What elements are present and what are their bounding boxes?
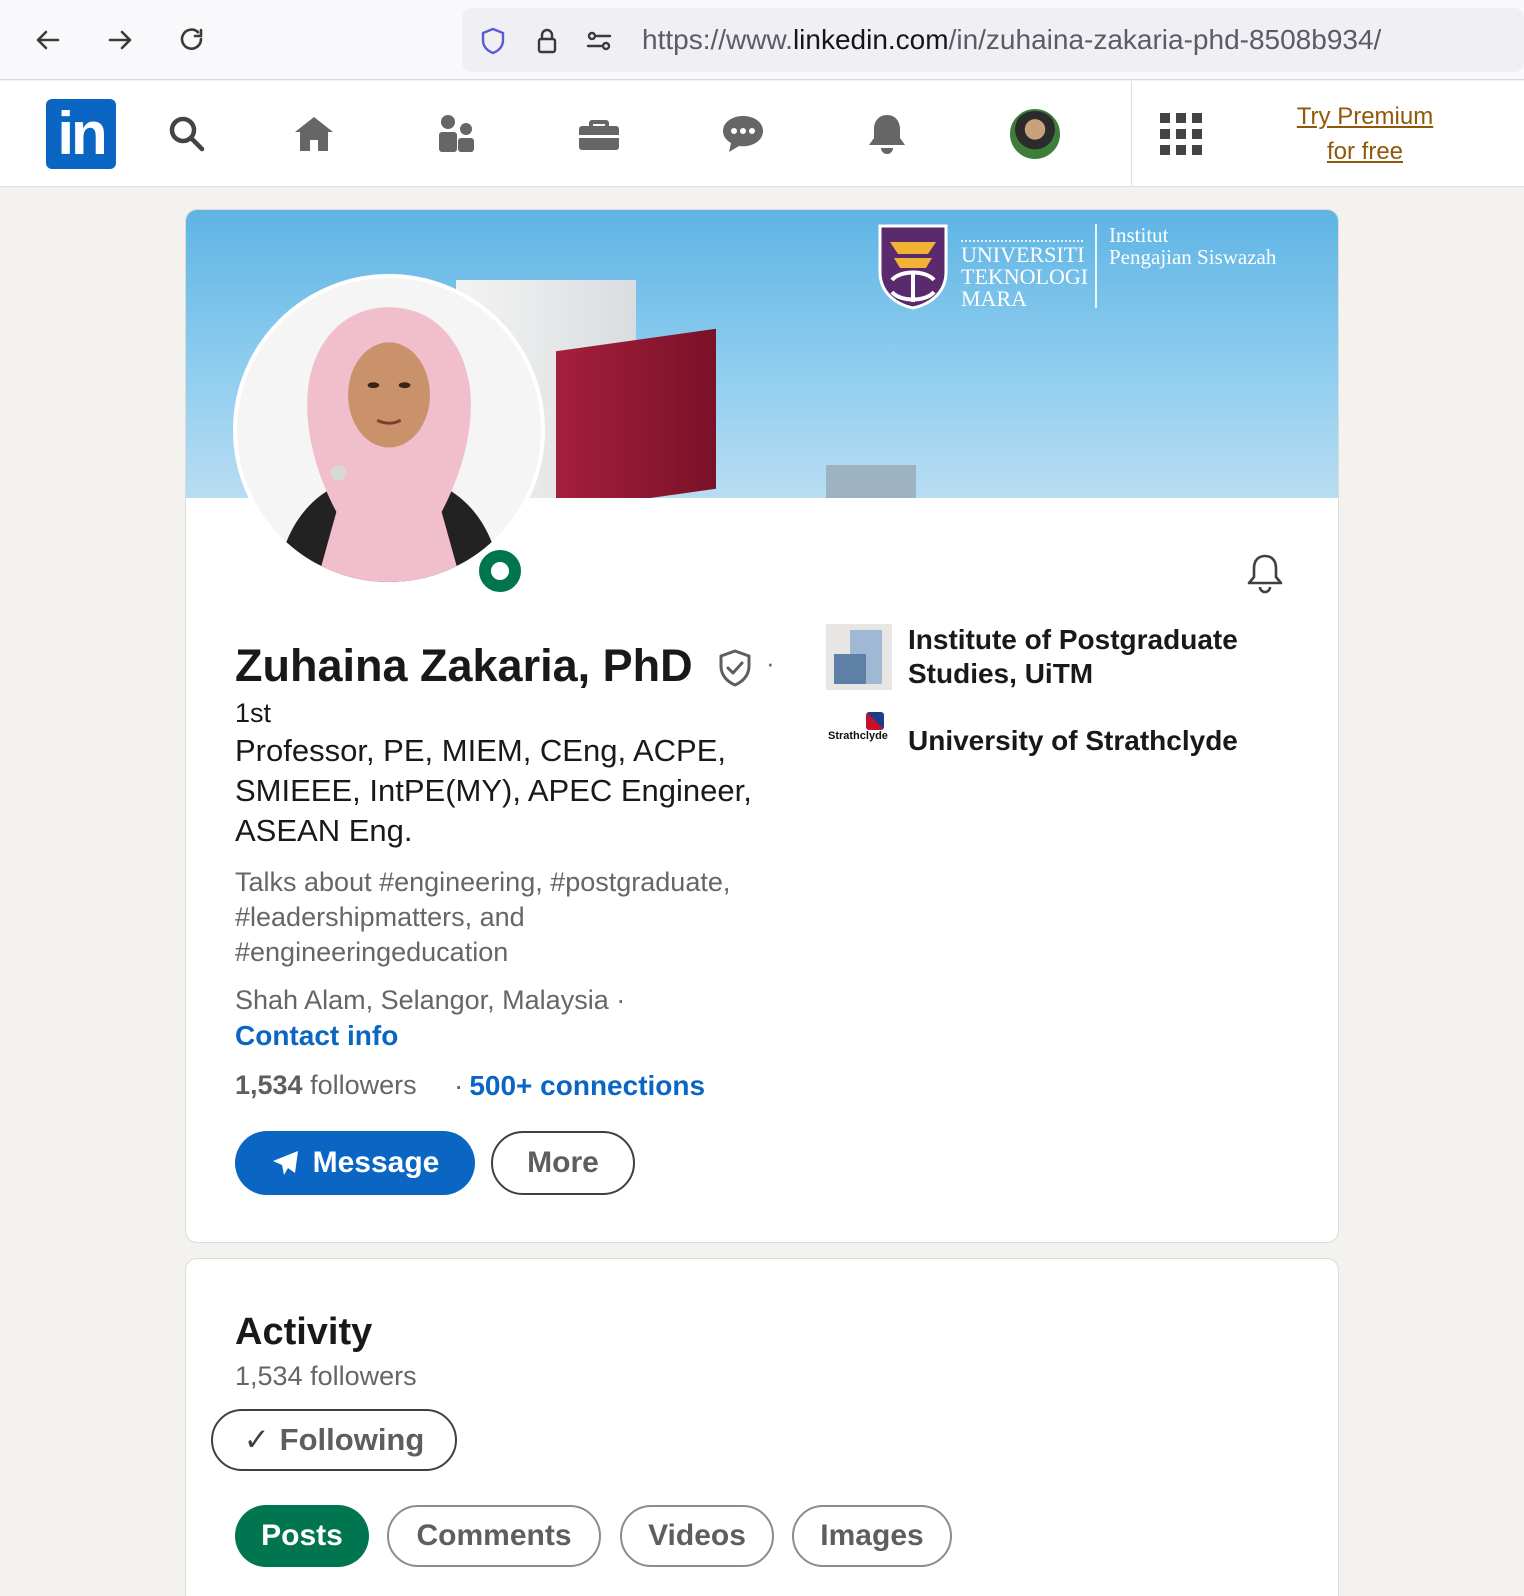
premium-line-2: for free <box>1326 138 1404 165</box>
contact-info-link[interactable]: Contact info <box>235 1020 398 1052</box>
connections-link[interactable]: · 500+ connections <box>454 1070 705 1102</box>
message-button[interactable]: Message <box>235 1131 475 1195</box>
reload-button[interactable] <box>170 18 214 62</box>
profile-top-card: UNIVERSITI TEKNOLOGI MARA Institut Penga… <box>185 209 1339 1243</box>
back-button[interactable] <box>26 18 70 62</box>
verified-shield-icon[interactable] <box>714 647 756 689</box>
linkedin-global-nav: in Try Premium for free <box>0 81 1524 187</box>
current-company-name: Institute of Postgraduate Studies, UiTM <box>908 624 1238 689</box>
activity-section: Activity 1,534 followers ✓ Following Pos… <box>185 1258 1339 1596</box>
reload-icon <box>180 28 203 50</box>
address-bar[interactable]: https://www.linkedin.com/in/zuhaina-zaka… <box>462 8 1524 72</box>
home-icon[interactable] <box>289 109 339 159</box>
my-network-icon[interactable] <box>432 109 482 159</box>
tab-videos[interactable]: Videos <box>620 1505 774 1567</box>
name-degree-separator: · <box>766 648 775 678</box>
nav-divider <box>1131 81 1132 187</box>
talks-about: Talks about #engineering, #postgraduate,… <box>235 867 731 967</box>
connection-degree: 1st <box>235 698 272 728</box>
arrow-left-icon <box>36 30 60 50</box>
ips-uitm-logo <box>826 624 892 690</box>
profile-name: Zuhaina Zakaria, PhD <box>235 640 693 691</box>
uitm-crest-logo <box>876 222 950 310</box>
profile-headline: Professor, PE, MIEM, CEng, ACPE, SMIEEE,… <box>235 733 752 848</box>
browser-toolbar: https://www.linkedin.com/in/zuhaina-zaka… <box>0 0 1524 80</box>
banner-building-far <box>826 465 916 498</box>
apps-grid-icon[interactable] <box>1160 113 1202 155</box>
permissions-icon[interactable] <box>584 26 614 56</box>
banner-building-red <box>556 328 716 498</box>
checkmark-icon: ✓ <box>243 1422 270 1457</box>
education-school[interactable]: Strathclyde University of Strathclyde <box>826 708 1268 774</box>
current-company[interactable]: Institute of Postgraduate Studies, UiTM <box>826 624 1268 690</box>
followers-count: 1,534 followers <box>235 1070 417 1100</box>
premium-line-1: Try Premium <box>1296 103 1434 130</box>
uitm-arabic-script <box>961 224 1083 242</box>
tab-posts[interactable]: Posts <box>235 1505 369 1567</box>
linkedin-logo[interactable]: in <box>46 99 116 169</box>
url-text: https://www.linkedin.com/in/zuhaina-zaka… <box>642 24 1382 55</box>
profile-location: Shah Alam, Selangor, Malaysia · <box>235 985 626 1015</box>
strathclyde-logo: Strathclyde <box>826 708 892 774</box>
forward-button[interactable] <box>98 18 142 62</box>
banner-separator <box>1095 224 1097 308</box>
education-school-name: University of Strathclyde <box>908 725 1238 756</box>
notifications-icon[interactable] <box>862 109 912 159</box>
activity-followers: 1,534 followers <box>235 1361 417 1391</box>
shield-icon[interactable] <box>478 26 508 56</box>
tab-images[interactable]: Images <box>792 1505 952 1567</box>
arrow-right-icon <box>108 30 132 50</box>
uitm-wordmark: UNIVERSITI TEKNOLOGI MARA <box>961 242 1089 311</box>
lock-icon[interactable] <box>532 26 562 56</box>
following-button[interactable]: ✓ Following <box>211 1409 457 1471</box>
me-avatar[interactable] <box>1010 109 1060 159</box>
bell-icon[interactable] <box>1242 550 1288 596</box>
search-icon[interactable] <box>162 109 212 159</box>
activity-title: Activity <box>235 1311 373 1353</box>
more-button[interactable]: More <box>491 1131 635 1195</box>
tab-comments[interactable]: Comments <box>387 1505 601 1567</box>
messaging-icon[interactable] <box>718 109 768 159</box>
try-premium-link[interactable]: Try Premium for free <box>1285 99 1445 169</box>
jobs-icon[interactable] <box>574 109 624 159</box>
profile-photo[interactable] <box>233 274 545 586</box>
send-icon <box>272 1151 298 1175</box>
open-to-work-badge <box>475 546 525 596</box>
ips-wordmark: Institut Pengajian Siswazah <box>1109 223 1277 269</box>
